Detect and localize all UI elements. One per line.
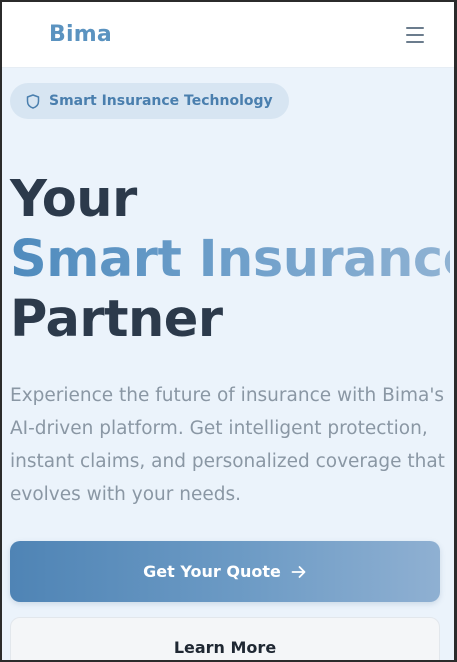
- menu-line: [406, 40, 424, 43]
- learn-more-button[interactable]: Learn More: [10, 617, 440, 660]
- get-quote-label: Get Your Quote: [143, 562, 281, 581]
- hero-title-line-1: Your: [10, 170, 137, 229]
- hero-title-line-3: Partner: [10, 290, 223, 349]
- hamburger-menu-icon[interactable]: [406, 25, 428, 45]
- feature-badge: Smart Insurance Technology: [10, 83, 289, 119]
- brand-logo[interactable]: Bima: [49, 22, 112, 47]
- app-window: Bima Smart Insurance Technology Your Sma…: [0, 0, 457, 662]
- menu-line: [406, 26, 424, 29]
- menu-line: [406, 33, 424, 36]
- learn-more-label: Learn More: [173, 637, 277, 657]
- hero-title-highlight: Smart Insurance: [10, 230, 457, 289]
- arrow-right-icon: [291, 565, 306, 578]
- navbar: Bima: [2, 2, 454, 68]
- hero-title: Your Smart Insurance Partner: [10, 170, 457, 350]
- shield-icon: [26, 93, 40, 109]
- hero-description: Experience the future of insurance with …: [10, 385, 445, 505]
- get-quote-button[interactable]: Get Your Quote: [10, 541, 440, 602]
- badge-label: Smart Insurance Technology: [49, 93, 273, 109]
